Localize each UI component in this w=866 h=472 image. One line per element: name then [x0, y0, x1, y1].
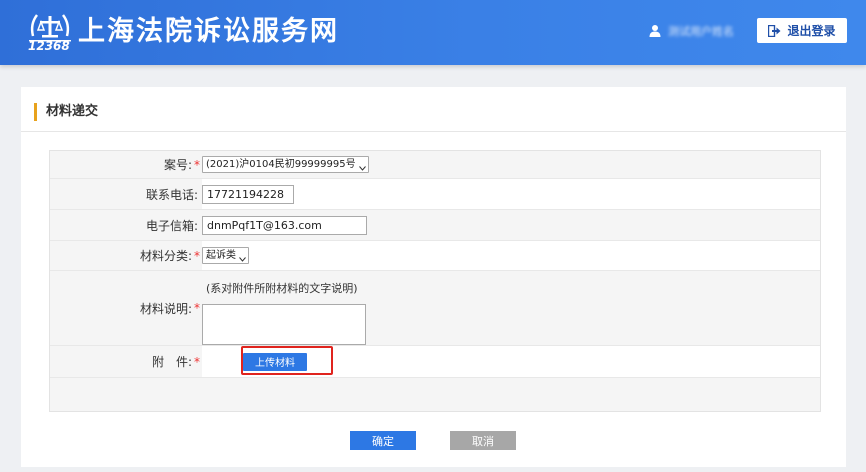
- main-panel: 材料递交 案号: * (2021)沪0104民初99999995号 联系电话: 1…: [21, 87, 846, 467]
- upload-highlight-box: [241, 346, 333, 375]
- site-header: 12368 上海法院诉讼服务网 测试用户姓名 退出登录: [0, 0, 866, 65]
- logout-icon: [768, 24, 781, 37]
- case-no-value: (2021)沪0104民初99999995号: [206, 159, 356, 170]
- required-mark: *: [194, 301, 200, 315]
- email-label: 电子信箱:: [50, 210, 202, 240]
- attachment-label: 附 件: *: [50, 346, 202, 377]
- section-divider: [21, 131, 846, 132]
- logout-button[interactable]: 退出登录: [757, 18, 847, 43]
- court-logo: 12368: [27, 10, 73, 56]
- category-label: 材料分类: *: [50, 241, 202, 270]
- user-name: 测试用户姓名: [668, 25, 734, 38]
- required-mark: *: [194, 248, 200, 263]
- description-hint: (系对附件所附材料的文字说明): [206, 282, 358, 295]
- logo-number: 12368: [28, 39, 70, 53]
- form-row-email: 电子信箱: dnmPqf1T@163.com: [50, 210, 820, 241]
- form-row-attachment: 附 件: * 上传材料: [50, 346, 820, 378]
- phone-label: 联系电话:: [50, 179, 202, 209]
- description-label: 材料说明: *: [50, 271, 202, 345]
- form-row-phone: 联系电话: 17721194228: [50, 179, 820, 210]
- cancel-button[interactable]: 取消: [450, 431, 516, 450]
- required-mark: *: [194, 157, 200, 172]
- email-input[interactable]: dnmPqf1T@163.com: [202, 215, 367, 235]
- logout-label: 退出登录: [787, 24, 836, 38]
- required-mark: *: [194, 354, 200, 369]
- case-no-label: 案号: *: [50, 151, 202, 178]
- form-row-case-no: 案号: * (2021)沪0104民初99999995号: [50, 151, 820, 179]
- user-icon: [648, 24, 662, 38]
- material-form: 案号: * (2021)沪0104民初99999995号 联系电话: 177211…: [49, 150, 821, 412]
- phone-input[interactable]: 17721194228: [202, 184, 294, 204]
- form-row-empty: [50, 378, 820, 411]
- user-info: 测试用户姓名: [648, 21, 734, 41]
- site-title: 上海法院诉讼服务网: [78, 16, 339, 47]
- section-title: 材料递交: [34, 103, 98, 121]
- category-value: 起诉类: [206, 250, 236, 261]
- form-row-category: 材料分类: * 起诉类: [50, 241, 820, 271]
- confirm-button[interactable]: 确定: [350, 431, 416, 450]
- category-select[interactable]: 起诉类: [202, 247, 249, 264]
- form-row-description: 材料说明: * (系对附件所附材料的文字说明): [50, 271, 820, 346]
- description-textarea[interactable]: [202, 304, 366, 345]
- chevron-down-icon: [239, 253, 246, 262]
- case-no-select[interactable]: (2021)沪0104民初99999995号: [202, 156, 369, 173]
- chevron-down-icon: [358, 162, 366, 171]
